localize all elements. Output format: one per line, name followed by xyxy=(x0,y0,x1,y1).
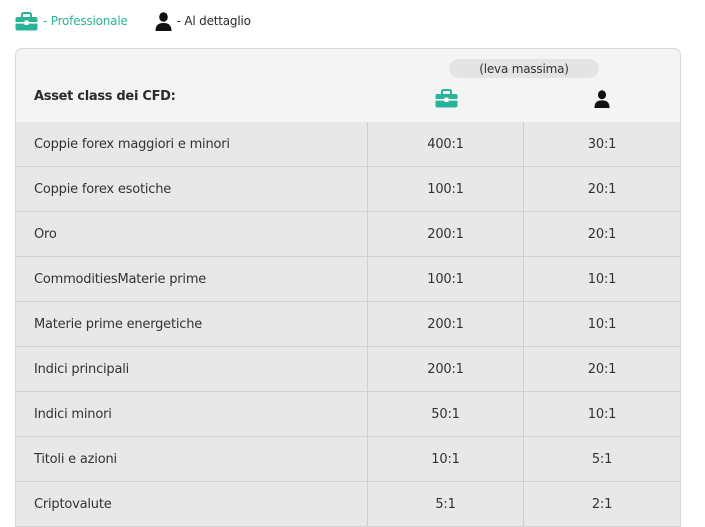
table-row: Materie prime energetiche 200:1 10:1 xyxy=(16,302,680,347)
retail-leverage: 20:1 xyxy=(587,226,617,242)
legend: - Professionale - Al dettaglio xyxy=(15,11,251,31)
professional-leverage: 400:1 xyxy=(368,122,524,166)
retail-leverage: 10:1 xyxy=(587,271,617,287)
table-row: CommoditiesMaterie prime 100:1 10:1 xyxy=(16,257,680,302)
asset-name: Indici minori xyxy=(16,392,368,436)
professional-leverage: 200:1 xyxy=(368,302,524,346)
person-icon xyxy=(594,90,610,112)
table-row: Criptovalute 5:1 2:1 xyxy=(16,482,680,527)
professional-leverage: 100:1 xyxy=(368,167,524,211)
table-header: (leva massima) Asset class dei CFD: xyxy=(16,49,680,122)
legend-professional-label: - Professionale xyxy=(43,14,128,28)
professional-leverage: 50:1 xyxy=(368,392,524,436)
professional-leverage: 200:1 xyxy=(368,212,524,256)
legend-retail-label: - Al dettaglio xyxy=(176,14,251,28)
professional-leverage: 200:1 xyxy=(368,347,524,391)
table-row: Titoli e azioni 10:1 5:1 xyxy=(16,437,680,482)
asset-name: CommoditiesMaterie prime xyxy=(16,257,368,301)
asset-name: Coppie forex esotiche xyxy=(16,167,368,211)
asset-name: Oro xyxy=(16,212,368,256)
table-row: Indici minori 50:1 10:1 xyxy=(16,392,680,437)
professional-leverage: 100:1 xyxy=(368,257,524,301)
leverage-table: (leva massima) Asset class dei CFD: Copp… xyxy=(15,48,681,527)
asset-name: Criptovalute xyxy=(16,482,368,526)
retail-leverage: 30:1 xyxy=(587,136,617,152)
retail-leverage: 20:1 xyxy=(587,361,617,377)
table-row: Coppie forex maggiori e minori 400:1 30:… xyxy=(16,122,680,167)
retail-leverage: 5:1 xyxy=(591,451,613,467)
retail-leverage: 2:1 xyxy=(591,496,613,512)
legend-retail: - Al dettaglio xyxy=(155,11,251,31)
briefcase-icon xyxy=(435,89,458,112)
leverage-note: (leva massima) xyxy=(449,59,599,78)
asset-name: Coppie forex maggiori e minori xyxy=(16,122,368,166)
asset-class-header: Asset class dei CFD: xyxy=(34,89,176,104)
professional-leverage: 5:1 xyxy=(368,482,524,526)
table-row: Coppie forex esotiche 100:1 20:1 xyxy=(16,167,680,212)
retail-leverage: 10:1 xyxy=(587,406,617,422)
asset-name: Materie prime energetiche xyxy=(16,302,368,346)
professional-leverage: 10:1 xyxy=(368,437,524,481)
retail-leverage: 10:1 xyxy=(587,316,617,332)
briefcase-icon xyxy=(15,11,38,31)
legend-professional: - Professionale xyxy=(15,11,128,31)
retail-leverage: 20:1 xyxy=(587,181,617,197)
asset-name: Indici principali xyxy=(16,347,368,391)
asset-name: Titoli e azioni xyxy=(16,437,368,481)
table-row: Oro 200:1 20:1 xyxy=(16,212,680,257)
person-icon xyxy=(155,11,172,31)
table-row: Indici principali 200:1 20:1 xyxy=(16,347,680,392)
